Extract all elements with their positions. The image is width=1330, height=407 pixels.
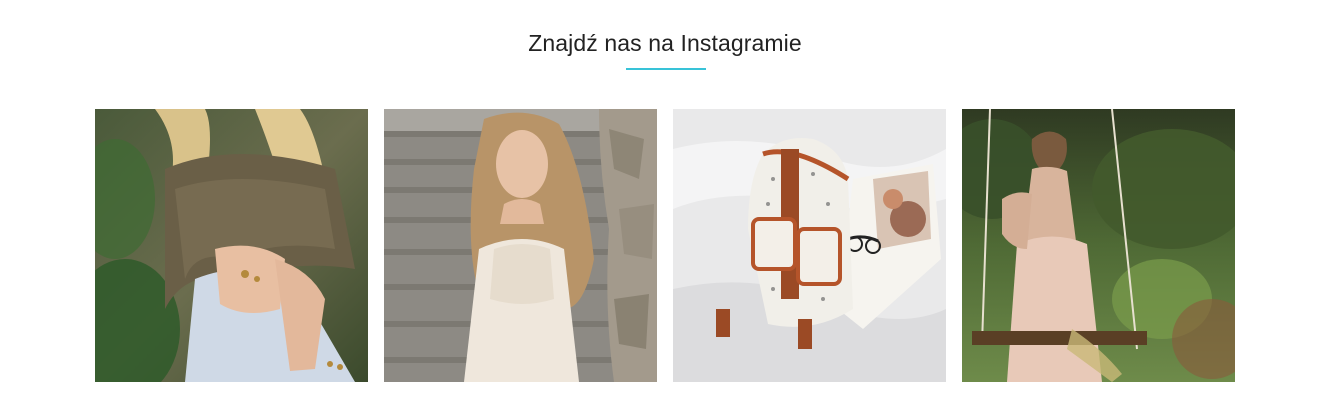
photo-3-image xyxy=(673,109,946,382)
instagram-photo-3[interactable] xyxy=(673,109,946,382)
instagram-photo-1[interactable] xyxy=(95,109,368,382)
title-underline xyxy=(626,68,706,70)
instagram-photo-2[interactable] xyxy=(384,109,657,382)
instagram-gallery xyxy=(95,109,1235,382)
section-title: Znajdź nas na Instagramie xyxy=(528,30,802,56)
photo-2-image xyxy=(384,109,657,382)
photo-4-image xyxy=(962,109,1235,382)
photo-1-image xyxy=(95,109,368,382)
instagram-photo-4[interactable] xyxy=(962,109,1235,382)
